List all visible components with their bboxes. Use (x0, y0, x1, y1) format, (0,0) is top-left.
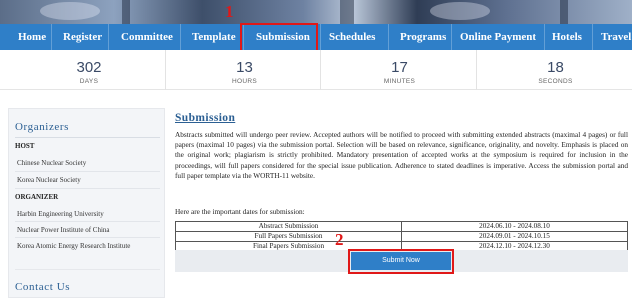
organizer-heading: ORGANIZER (15, 193, 59, 201)
date-range: 2024.09.01 - 2024.10.15 (401, 231, 628, 242)
countdown-hours-label: HOURS (232, 78, 257, 85)
nav-home[interactable]: Home (0, 24, 52, 50)
nav-committee[interactable]: Committee (109, 24, 181, 50)
countdown-days-value: 302 (76, 59, 102, 76)
divider (15, 221, 160, 222)
date-range: 2024.06.10 - 2024.08.10 (401, 221, 628, 232)
countdown-seconds: 18 SECONDS (476, 50, 632, 90)
countdown-minutes-label: MINUTES (383, 78, 416, 85)
nav-travel[interactable]: Travel (593, 24, 632, 50)
sidebar-item-kaeri[interactable]: Korea Atomic Energy Research Institute (17, 242, 130, 250)
nav-programs[interactable]: Programs (389, 24, 452, 50)
countdown-minutes: 17 MINUTES (320, 50, 478, 90)
nav-hotels[interactable]: Hotels (545, 24, 593, 50)
banner-glow (40, 2, 100, 20)
header-banner (0, 0, 632, 24)
divider (15, 171, 160, 172)
highlight-box-submission (240, 23, 318, 52)
countdown-minutes-value: 17 (391, 59, 408, 76)
nav-schedules[interactable]: Schedules (321, 24, 389, 50)
table-row: Abstract Submission 2024.06.10 - 2024.08… (175, 221, 628, 232)
divider (15, 237, 160, 238)
nav-register[interactable]: Register (52, 24, 109, 50)
sidebar-item-nuclear-power-institute[interactable]: Nuclear Power Institute of China (17, 226, 110, 234)
countdown-hours-value: 13 (236, 59, 253, 76)
organizers-title: Organizers (15, 121, 70, 133)
banner-tower (340, 0, 354, 24)
banner-tower (560, 0, 568, 24)
host-heading: HOST (15, 142, 35, 150)
contact-title: Contact Us (15, 281, 71, 293)
countdown-days: 302 DAYS (10, 50, 168, 90)
countdown-seconds-value: 18 (547, 59, 564, 76)
date-item: Full Papers Submission (175, 231, 402, 242)
divider (15, 188, 160, 189)
date-item: Abstract Submission (175, 221, 402, 232)
countdown-hours: 13 HOURS (165, 50, 323, 90)
countdown-seconds-label: SECONDS (538, 78, 573, 85)
sidebar-item-chinese-nuclear-society[interactable]: Chinese Nuclear Society (17, 159, 86, 167)
divider (15, 269, 160, 270)
nav-template[interactable]: Template (181, 24, 244, 50)
sidebar-item-korea-nuclear-society[interactable]: Korea Nuclear Society (17, 176, 81, 184)
divider (15, 137, 160, 138)
submission-description: Abstracts submitted will undergo peer re… (175, 130, 628, 180)
highlight-box-submit (348, 249, 454, 274)
banner-glow (430, 2, 490, 20)
annotation-marker-2: 2 (335, 230, 344, 249)
countdown-days-label: DAYS (79, 78, 99, 85)
countdown-timer: 302 DAYS 13 HOURS 17 MINUTES 18 SECONDS (0, 50, 632, 90)
important-dates-table: Abstract Submission 2024.06.10 - 2024.08… (175, 221, 628, 252)
table-row: Full Papers Submission 2024.09.01 - 2024… (175, 231, 628, 242)
nav-online-payment[interactable]: Online Payment (452, 24, 545, 50)
annotation-marker-1: 1 (225, 2, 234, 21)
banner-tower (122, 0, 130, 24)
page-title: Submission (175, 112, 236, 124)
sidebar-item-harbin-engineering-university[interactable]: Harbin Engineering University (17, 210, 104, 218)
sidebar: Organizers HOST Chinese Nuclear Society … (8, 108, 165, 298)
dates-intro: Here are the important dates for submiss… (175, 207, 305, 216)
